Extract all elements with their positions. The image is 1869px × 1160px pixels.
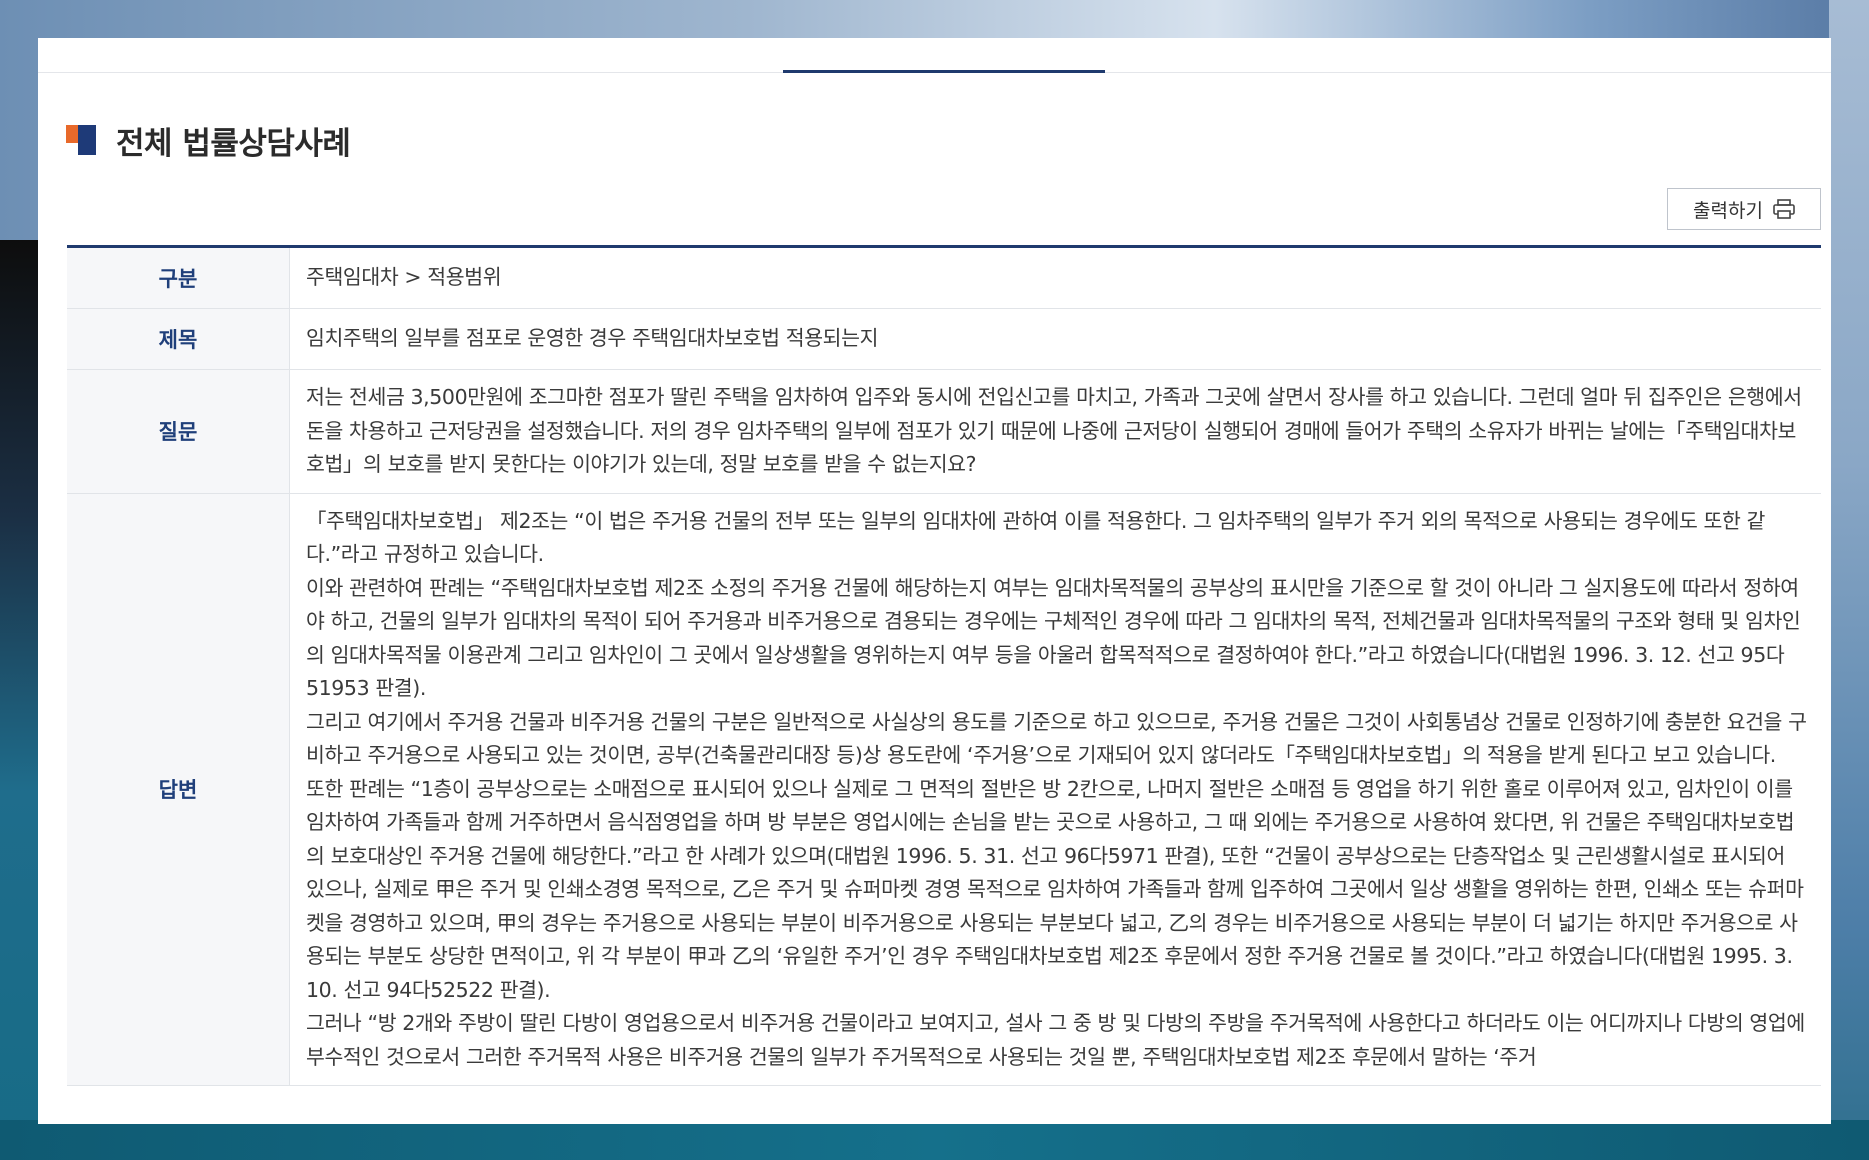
title-row: 제목 임치주택의 일부를 점포로 운영한 경우 주택임대차보호법 적용되는지 [67, 308, 1821, 370]
title-value: 임치주택의 일부를 점포로 운영한 경우 주택임대차보호법 적용되는지 [289, 308, 1821, 370]
printer-icon [1773, 199, 1795, 219]
background-bottom-strip [0, 1120, 1869, 1160]
title-label: 제목 [67, 308, 290, 370]
answer-paragraph: 또한 판례는 “1층이 공부상으로는 소매점으로 표시되어 있으나 실제로 그 … [306, 776, 1804, 1002]
answer-label: 답변 [67, 493, 290, 1086]
answer-paragraph: 그리고 여기에서 주거용 건물과 비주거용 건물의 구분은 일반적으로 사실상의… [306, 709, 1807, 768]
answer-paragraph: 그러나 “방 2개와 주방이 딸린 다방이 영업용으로서 비주거용 건물이라고 … [306, 1011, 1805, 1069]
active-tab-indicator [783, 70, 1105, 73]
print-button-label: 출력하기 [1693, 199, 1763, 222]
answer-paragraph: 이와 관련하여 판례는 “주택임대차보호법 제2조 소정의 주거용 건물에 해당… [306, 575, 1801, 701]
consultation-detail-table: 구분 주택임대차 > 적용범위 제목 임치주택의 일부를 점포로 운영한 경우 … [67, 245, 1821, 1086]
question-row: 질문 저는 전세금 3,500만원에 조그마한 점포가 딸린 주택을 임차하여 … [67, 369, 1821, 494]
answer-row: 답변 「주택임대차보호법」 제2조는 “이 법은 주거용 건물의 전부 또는 일… [67, 493, 1821, 1086]
answer-body: 「주택임대차보호법」 제2조는 “이 법은 주거용 건물의 전부 또는 일부의 … [289, 493, 1821, 1086]
content-panel: 전체 법률상담사례 출력하기 구분 주택임대차 > 적용범위 제목 임치주택의 … [38, 38, 1831, 1124]
answer-paragraph: 「주택임대차보호법」 제2조는 “이 법은 주거용 건물의 전부 또는 일부의 … [306, 508, 1766, 567]
page-heading: 전체 법률상담사례 [66, 118, 351, 162]
category-value: 주택임대차 > 적용범위 [289, 246, 1821, 309]
background-right-strip [1829, 0, 1869, 1160]
category-row: 구분 주택임대차 > 적용범위 [67, 246, 1821, 309]
page-title: 전체 법률상담사례 [116, 125, 351, 162]
print-button[interactable]: 출력하기 [1667, 188, 1821, 230]
question-value: 저는 전세금 3,500만원에 조그마한 점포가 딸린 주택을 임차하여 입주와… [289, 369, 1821, 494]
question-label: 질문 [67, 369, 290, 494]
category-label: 구분 [67, 246, 290, 309]
section-title-mark-icon [66, 125, 96, 155]
background-left-strip [0, 240, 40, 1160]
